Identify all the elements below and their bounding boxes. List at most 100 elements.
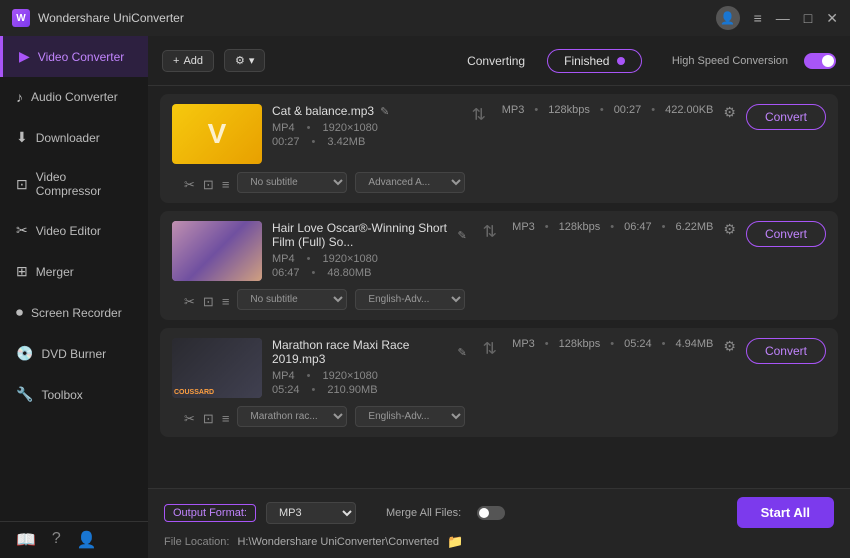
output-size: 6.22MB [675, 221, 713, 233]
file-title: Hair Love Oscar®-Winning Short Film (Ful… [272, 221, 467, 249]
sidebar-item-downloader[interactable]: ⬇ Downloader [0, 117, 148, 158]
output-bitrate: 128kbps [548, 104, 590, 116]
minimize-icon[interactable]: — [776, 10, 790, 26]
close-icon[interactable]: ✕ [826, 10, 838, 27]
edit-title-icon[interactable]: ✎ [458, 346, 467, 359]
file-list: V Cat & balance.mp3 ✎ MP4 • 1920×1080 [148, 86, 850, 488]
file-card-top-row: V Cat & balance.mp3 ✎ MP4 • 1920×1080 [172, 104, 826, 164]
video-compressor-icon: ⊡ [16, 176, 28, 193]
dvd-burner-icon: 💿 [16, 345, 33, 362]
bottom-row-2: File Location: H:\Wondershare UniConvert… [164, 534, 834, 550]
format-select[interactable]: MP3 [266, 502, 356, 524]
add-file-button[interactable]: + Add [162, 50, 214, 72]
file-title: Cat & balance.mp3 ✎ [272, 104, 456, 118]
high-speed-label: High Speed Conversion [672, 55, 788, 67]
book-icon[interactable]: 📖 [16, 530, 36, 550]
user-profile-icon[interactable]: 👤 [77, 530, 97, 550]
file-meta-input: MP4 • 1920×1080 [272, 253, 467, 265]
file-card-bottom: ✂ ⊡ ≡ No subtitle English-Adv... [172, 289, 826, 310]
sidebar-item-video-converter[interactable]: ▶ Video Converter [0, 36, 148, 77]
tab-converting[interactable]: Converting [449, 49, 543, 73]
finished-dot-indicator [617, 57, 625, 65]
convert-button[interactable]: Convert [746, 338, 826, 364]
sidebar-label-dvd-burner: DVD Burner [41, 347, 106, 361]
file-info: Cat & balance.mp3 ✎ MP4 • 1920×1080 00:2… [272, 104, 456, 148]
output-format: MP3 [512, 221, 535, 233]
input-format: MP4 [272, 370, 295, 382]
maximize-icon[interactable]: □ [804, 10, 812, 26]
input-duration: 06:47 [272, 267, 300, 279]
output-settings-icon[interactable]: ⚙ [723, 338, 736, 355]
app-title: Wondershare UniConverter [38, 11, 184, 25]
sidebar-item-screen-recorder[interactable]: ⏺ Screen Recorder [0, 292, 148, 333]
sidebar-label-screen-recorder: Screen Recorder [31, 306, 122, 320]
subtitle-dropdown[interactable]: No subtitle [237, 289, 347, 310]
gear-settings-icon: ⚙ [235, 54, 245, 67]
subtitle-dropdown[interactable]: Marathon rac... [237, 406, 347, 427]
input-size: 210.90MB [327, 384, 377, 396]
file-location-path: H:\Wondershare UniConverter\Converted [237, 536, 439, 548]
content-area: + Add ⚙ ▾ Converting Finished High Speed… [148, 36, 850, 558]
dropdown-arrow-icon: ▾ [249, 54, 255, 67]
start-all-button[interactable]: Start All [737, 497, 834, 528]
sidebar-label-video-compressor: Video Compressor [36, 170, 132, 198]
sidebar-label-toolbox: Toolbox [41, 388, 82, 402]
file-title: Marathon race Maxi Race 2019.mp3 ✎ [272, 338, 467, 366]
language-dropdown[interactable]: English-Adv... [355, 406, 465, 427]
folder-browse-icon[interactable]: 📁 [447, 534, 463, 550]
convert-button[interactable]: Convert [746, 221, 826, 247]
file-card: Hair Love Oscar®-Winning Short Film (Ful… [160, 211, 838, 320]
title-bar-controls: 👤 ≡ — □ ✕ [716, 6, 838, 30]
file-meta-input: MP4 • 1920×1080 [272, 370, 467, 382]
sidebar-item-video-compressor[interactable]: ⊡ Video Compressor [0, 158, 148, 210]
effects-icon[interactable]: ≡ [222, 177, 230, 193]
effects-icon[interactable]: ≡ [222, 294, 230, 310]
sidebar-item-dvd-burner[interactable]: 💿 DVD Burner [0, 333, 148, 374]
sidebar-bottom: 📖 ? 👤 [0, 521, 148, 558]
bottom-bar: Output Format: MP3 Merge All Files: Star… [148, 488, 850, 558]
output-duration: 06:47 [624, 221, 652, 233]
output-format: MP3 [512, 338, 535, 350]
language-dropdown[interactable]: English-Adv... [355, 289, 465, 310]
sidebar-item-video-editor[interactable]: ✂ Video Editor [0, 210, 148, 251]
output-settings-icon[interactable]: ⚙ [723, 221, 736, 238]
thumb-text: COUSSARD [174, 389, 214, 396]
cut-icon[interactable]: ✂ [184, 294, 195, 310]
menu-icon[interactable]: ≡ [754, 10, 762, 26]
merge-toggle[interactable] [477, 506, 505, 520]
sidebar-label-merger: Merger [36, 265, 74, 279]
sidebar-item-toolbox[interactable]: 🔧 Toolbox [0, 374, 148, 415]
subtitle-dropdown[interactable]: No subtitle [237, 172, 347, 193]
sidebar-label-downloader: Downloader [36, 131, 100, 145]
title-bar-left: W Wondershare UniConverter [12, 9, 184, 27]
crop-icon[interactable]: ⊡ [203, 411, 214, 427]
crop-icon[interactable]: ⊡ [203, 177, 214, 193]
effects-icon[interactable]: ≡ [222, 411, 230, 427]
high-speed-toggle[interactable] [804, 53, 836, 69]
cut-icon[interactable]: ✂ [184, 177, 195, 193]
output-meta: MP3 • 128kbps • 06:47 • 6.22MB [512, 221, 713, 233]
tab-finished[interactable]: Finished [547, 49, 642, 73]
tab-group: Converting Finished [449, 49, 642, 73]
sidebar-item-merger[interactable]: ⊞ Merger [0, 251, 148, 292]
user-avatar[interactable]: 👤 [716, 6, 740, 30]
file-card-bottom: ✂ ⊡ ≡ No subtitle Advanced A... [172, 172, 826, 193]
edit-title-icon[interactable]: ✎ [380, 105, 389, 118]
output-format-label[interactable]: Output Format: [164, 504, 256, 522]
help-icon[interactable]: ? [52, 530, 61, 550]
cut-icon[interactable]: ✂ [184, 411, 195, 427]
sidebar: ▶ Video Converter ♪ Audio Converter ⬇ Do… [0, 36, 148, 558]
output-size: 422.00KB [665, 104, 713, 116]
output-settings-icon[interactable]: ⚙ [723, 104, 736, 121]
settings-dropdown-button[interactable]: ⚙ ▾ [224, 49, 265, 72]
swap-icon: ⇄ [479, 224, 499, 237]
thumb-actions: ✂ ⊡ ≡ [184, 290, 229, 310]
crop-icon[interactable]: ⊡ [203, 294, 214, 310]
sidebar-item-audio-converter[interactable]: ♪ Audio Converter [0, 77, 148, 117]
convert-button[interactable]: Convert [746, 104, 826, 130]
output-duration: 05:24 [624, 338, 652, 350]
file-thumbnail [172, 221, 262, 281]
swap-section: ⇄ [477, 338, 502, 358]
edit-title-icon[interactable]: ✎ [458, 229, 467, 242]
language-dropdown[interactable]: Advanced A... [355, 172, 465, 193]
